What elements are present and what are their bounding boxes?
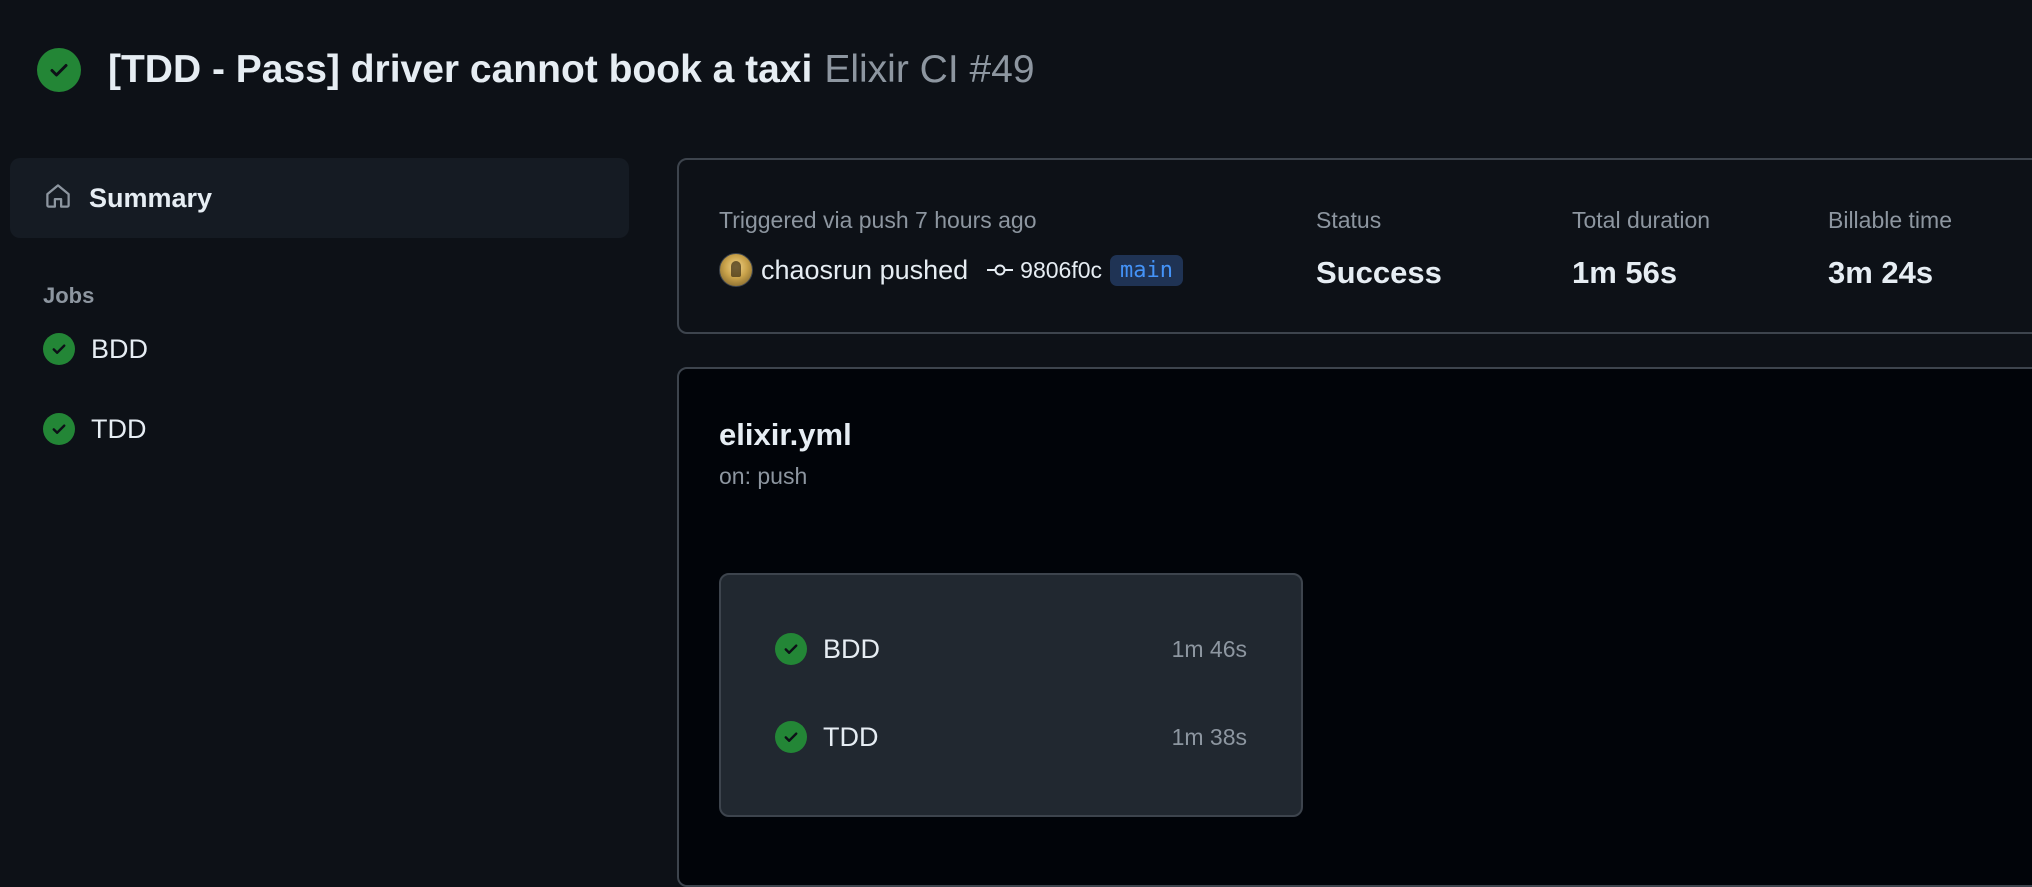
- check-circle-icon: [775, 633, 807, 665]
- trigger-text: Triggered via push 7 hours ago: [719, 207, 1037, 233]
- status-stat: Status Success: [1316, 207, 1442, 291]
- workflow-graph: elixir.yml on: push BDD 1m 46s TDD 1m 38…: [677, 367, 2032, 887]
- graph-job-bdd[interactable]: BDD 1m 46s: [775, 629, 1247, 669]
- status-value: Success: [1316, 255, 1442, 290]
- sidebar-item-job-bdd[interactable]: BDD: [10, 309, 629, 389]
- check-circle-icon: [37, 48, 81, 92]
- job-duration: 1m 38s: [1171, 723, 1247, 750]
- branch-badge[interactable]: main: [1110, 254, 1183, 286]
- job-duration: 1m 46s: [1171, 635, 1247, 662]
- sidebar-item-label: TDD: [91, 413, 147, 444]
- git-commit-icon: [986, 261, 1014, 279]
- push-info: chaosrun pushed 9806f0c main: [719, 252, 1183, 288]
- check-circle-icon: [775, 721, 807, 753]
- job-name: TDD: [823, 721, 879, 752]
- total-duration-value: 1m 56s: [1572, 255, 1678, 290]
- pusher-name[interactable]: chaosrun pushed: [761, 255, 968, 286]
- job-name: BDD: [823, 633, 881, 664]
- sidebar-item-job-tdd[interactable]: TDD: [10, 389, 629, 469]
- sidebar: Summary Jobs BDD TDD: [10, 158, 629, 469]
- workflow-file-name: elixir.yml: [719, 417, 852, 452]
- total-duration-label: Total duration: [1572, 207, 1711, 233]
- sidebar-item-summary[interactable]: Summary: [10, 158, 629, 238]
- commit-sha-link[interactable]: 9806f0c: [1020, 257, 1102, 284]
- billable-time-stat: Billable time 3m 24s: [1828, 207, 1952, 291]
- status-label: Status: [1316, 207, 1382, 233]
- jobs-heading: Jobs: [43, 283, 95, 308]
- graph-job-tdd[interactable]: TDD 1m 38s: [775, 717, 1247, 757]
- sidebar-item-label: Summary: [89, 182, 213, 213]
- run-summary-card: Triggered via push 7 hours ago chaosrun …: [677, 158, 2032, 334]
- home-icon: [43, 181, 73, 216]
- avatar[interactable]: [719, 253, 753, 287]
- sidebar-item-label: BDD: [91, 333, 149, 364]
- billable-time-value[interactable]: 3m 24s: [1828, 255, 1952, 291]
- total-duration-stat: Total duration 1m 56s: [1572, 207, 1710, 291]
- workflow-jobs-box: BDD 1m 46s TDD 1m 38s: [719, 573, 1303, 817]
- billable-time-label: Billable time: [1828, 207, 1952, 233]
- check-circle-icon: [43, 333, 75, 365]
- workflow-run-label[interactable]: Elixir CI #49: [824, 48, 1034, 92]
- check-circle-icon: [43, 413, 75, 445]
- run-title: [TDD - Pass] driver cannot book a taxi: [108, 48, 813, 91]
- run-header: [TDD - Pass] driver cannot book a taxi E…: [37, 47, 1035, 93]
- workflow-trigger: on: push: [719, 463, 808, 489]
